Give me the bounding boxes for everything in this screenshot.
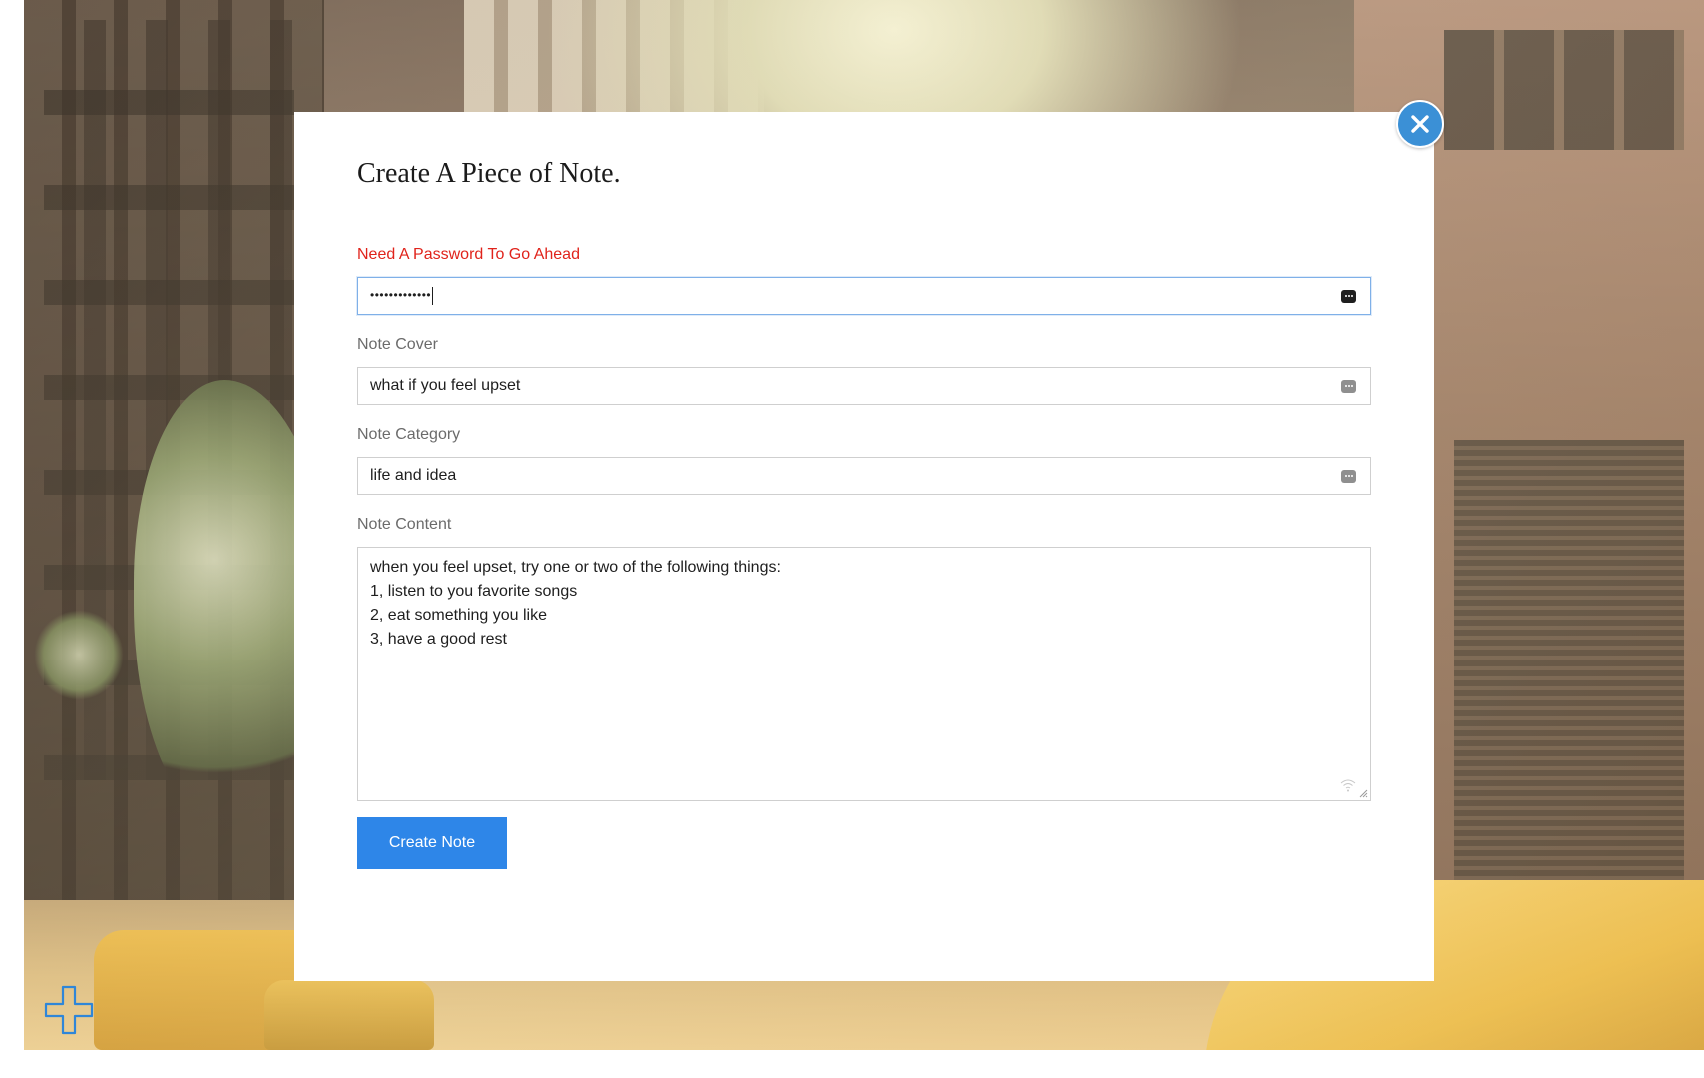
modal-title: Create A Piece of Note.: [357, 158, 621, 189]
text-caret: [432, 287, 434, 305]
note-cover-input[interactable]: what if you feel upset: [357, 367, 1371, 405]
note-category-value: life and idea: [370, 467, 457, 484]
note-content-line: 2, eat something you like: [370, 607, 547, 624]
password-manager-icon[interactable]: [1341, 289, 1356, 303]
note-content-line: when you feel upset, try one or two of t…: [370, 559, 781, 576]
password-input[interactable]: •••••••••••••: [357, 277, 1371, 315]
note-category-input[interactable]: life and idea: [357, 457, 1371, 495]
resize-handle-icon[interactable]: [1358, 788, 1368, 798]
add-note-plus-icon[interactable]: [44, 985, 94, 1035]
close-x-icon: [1411, 115, 1429, 133]
note-cover-label: Note Cover: [357, 336, 438, 353]
note-category-label: Note Category: [357, 426, 461, 443]
create-note-modal: Create A Piece of Note. Need A Password …: [294, 112, 1434, 981]
password-manager-icon[interactable]: [1341, 379, 1356, 393]
password-label: Need A Password To Go Ahead: [357, 246, 580, 263]
wifi-icon: [1340, 779, 1356, 792]
note-content-line: 3, have a good rest: [370, 631, 507, 648]
note-content-line: 1, listen to you favorite songs: [370, 583, 578, 600]
note-cover-value: what if you feel upset: [370, 377, 521, 394]
close-modal-button[interactable]: [1396, 100, 1444, 148]
password-masked-value: •••••••••••••: [370, 288, 432, 303]
password-manager-icon[interactable]: [1341, 469, 1356, 483]
note-content-label: Note Content: [357, 516, 452, 533]
note-content-textarea[interactable]: when you feel upset, try one or two of t…: [357, 547, 1371, 801]
create-note-button[interactable]: Create Note: [357, 817, 507, 869]
page: Create A Piece of Note. Need A Password …: [0, 0, 1704, 1078]
